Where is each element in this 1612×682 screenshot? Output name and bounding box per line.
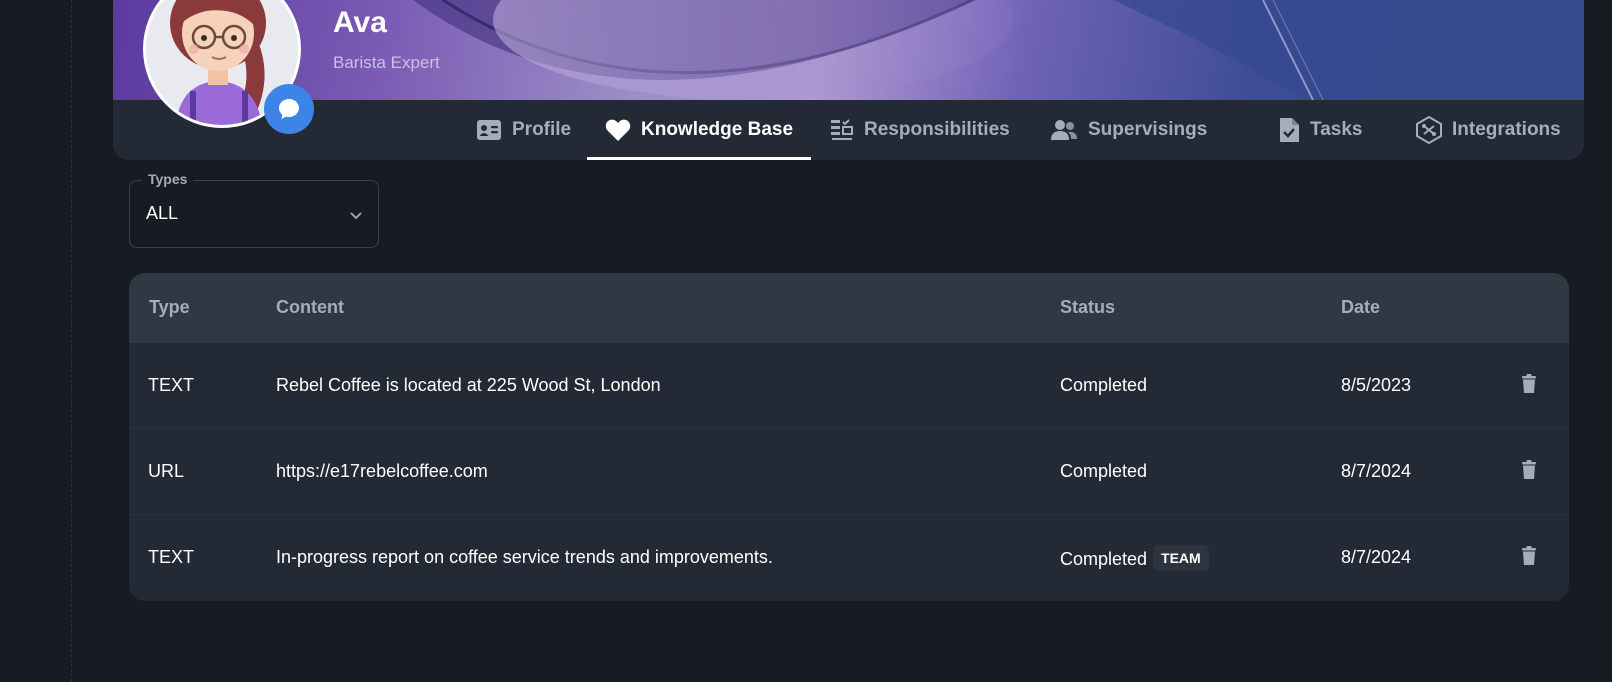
types-select-label: Types <box>142 171 194 187</box>
page: Ava Barista Expert Profile Knowledge Bas… <box>0 0 1612 682</box>
team-badge: TEAM <box>1153 545 1209 571</box>
profile-tabs: Profile Knowledge Base Responsibilities … <box>113 100 1584 160</box>
types-select[interactable]: Types ALL <box>129 171 379 248</box>
cell-type: TEXT <box>148 547 195 567</box>
status-text: Completed <box>1060 461 1148 481</box>
delete-icon[interactable] <box>1521 546 1537 566</box>
responsibilities-icon <box>831 119 853 140</box>
tab-knowledge-base-label: Knowledge Base <box>641 119 794 140</box>
column-header-status: Status <box>1060 297 1116 317</box>
tab-integrations[interactable]: Integrations <box>1416 100 1561 160</box>
tab-responsibilities[interactable]: Responsibilities <box>830 100 1010 160</box>
profile-name: Ava <box>333 6 387 39</box>
delete-icon[interactable] <box>1521 374 1537 394</box>
cell-status: Completed TEAM <box>1060 545 1209 573</box>
delete-icon[interactable] <box>1521 460 1537 480</box>
file-check-icon <box>1280 118 1299 142</box>
knowledge-table: Type Content Status Date TEXT Rebel Coff… <box>129 273 1569 601</box>
cell-content: Rebel Coffee is located at 225 Wood St, … <box>276 375 661 395</box>
profile-role: Barista Expert <box>333 53 440 72</box>
profile-banner: Ava Barista Expert <box>113 0 1584 100</box>
cell-status: Completed <box>1060 375 1147 396</box>
table-row: URL https://e17rebelcoffee.com Completed… <box>129 429 1569 515</box>
cell-date: 8/7/2024 <box>1341 461 1412 481</box>
cell-type: URL <box>148 461 185 481</box>
tab-integrations-label: Integrations <box>1452 119 1561 140</box>
tab-profile[interactable]: Profile <box>476 100 571 160</box>
cell-content: https://e17rebelcoffee.com <box>276 461 488 481</box>
tab-responsibilities-label: Responsibilities <box>864 119 1010 140</box>
tab-tasks[interactable]: Tasks <box>1278 100 1362 160</box>
column-header-content: Content <box>276 297 344 317</box>
cell-type: TEXT <box>148 375 195 395</box>
cell-date: 8/7/2024 <box>1341 547 1412 567</box>
table-row: TEXT Rebel Coffee is located at 225 Wood… <box>129 343 1569 429</box>
active-tab-indicator <box>587 157 812 160</box>
tab-knowledge-base[interactable]: Knowledge Base <box>587 100 812 160</box>
left-rail <box>0 0 72 682</box>
cell-date: 8/5/2023 <box>1341 375 1412 395</box>
column-header-date: Date <box>1341 297 1381 317</box>
tab-profile-label: Profile <box>512 119 572 140</box>
cell-status: Completed <box>1060 461 1147 482</box>
integrations-icon <box>1416 116 1442 144</box>
id-card-icon <box>477 120 501 140</box>
tab-supervisings[interactable]: Supervisings <box>1050 100 1207 160</box>
table-header: Type Content Status Date <box>129 273 1569 343</box>
status-text: Completed <box>1060 548 1148 569</box>
column-header-type: Type <box>149 297 190 317</box>
table-row: TEXT In-progress report on coffee servic… <box>129 515 1569 601</box>
chevron-down-icon <box>350 212 362 220</box>
tab-supervisings-label: Supervisings <box>1088 119 1208 140</box>
heart-icon <box>605 119 631 141</box>
profile-card: Ava Barista Expert Profile Knowledge Bas… <box>113 0 1584 160</box>
status-text: Completed <box>1060 375 1148 395</box>
users-icon <box>1051 120 1077 140</box>
cell-content: In-progress report on coffee service tre… <box>276 547 773 567</box>
types-select-value: ALL <box>146 203 179 223</box>
tab-tasks-label: Tasks <box>1310 119 1363 140</box>
